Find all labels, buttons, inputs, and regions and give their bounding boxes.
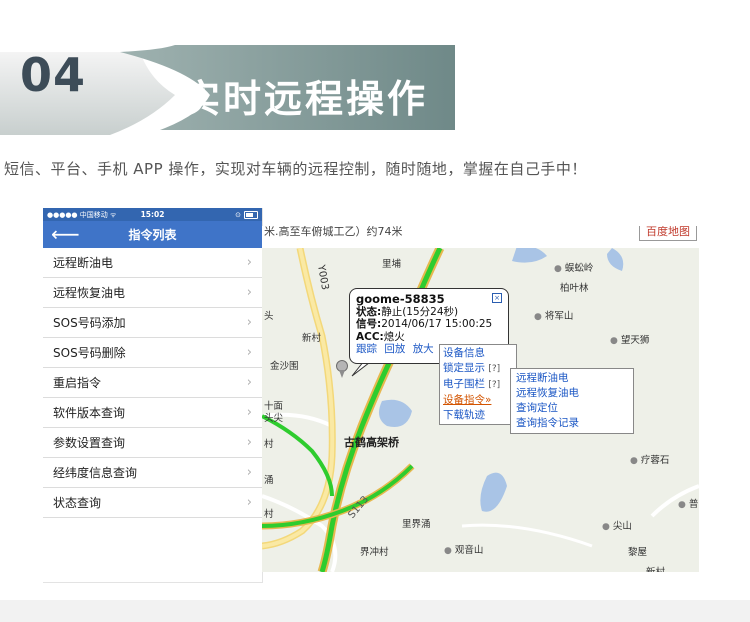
place-label: 望天狮 — [610, 332, 650, 346]
command-label: 经纬度信息查询 — [53, 466, 138, 480]
command-label: 远程断油电 — [53, 256, 114, 270]
map-top-bar: 米.高至车俯城工乙）约74米 百度地图 — [262, 226, 699, 248]
place-label: 黎屋 — [628, 547, 648, 558]
menu-item-label: 锁定显示 — [443, 362, 485, 374]
bridge-label: 古鹤高架桥 — [344, 436, 399, 449]
command-item-version[interactable]: 软件版本查询 › — [43, 398, 262, 428]
place-label: 观音山 — [444, 542, 484, 556]
command-label: 参数设置查询 — [53, 436, 126, 450]
place-label: 里埔 — [382, 259, 402, 270]
command-label: 状态查询 — [53, 496, 102, 510]
vehicle-pin-icon[interactable] — [335, 359, 349, 379]
place-label: 尖山 — [602, 518, 632, 532]
place-label: 头尖 — [264, 413, 284, 424]
back-arrow-icon[interactable]: ⟵ — [51, 223, 80, 245]
menu-item-device-command[interactable]: 设备指令» — [443, 393, 513, 408]
menu-item-lock-display[interactable]: 锁定显示 [?] — [443, 361, 513, 377]
submenu-item-restore-oil[interactable]: 远程恢复油电 — [516, 386, 628, 401]
chevron-right-icon: › — [246, 465, 252, 480]
chevron-right-icon: › — [246, 495, 252, 510]
section-number: 04 — [20, 48, 87, 102]
replay-link[interactable]: 回放 — [384, 343, 405, 355]
chevron-right-icon: › — [246, 315, 252, 330]
chevron-right-icon: › — [246, 285, 252, 300]
place-label: 村 — [264, 509, 274, 520]
command-item-sos-delete[interactable]: SOS号码删除 › — [43, 338, 262, 368]
place-label: 新村 — [646, 564, 665, 572]
menu-item-label: 设备信息 — [443, 347, 485, 359]
section-title: 实时远程操作 — [182, 77, 429, 121]
command-submenu: 远程断油电 远程恢复油电 查询定位 查询指令记录 — [510, 368, 634, 434]
place-label: 里界涌 — [402, 519, 431, 530]
device-name: goome-58835 — [356, 292, 445, 306]
place-label: 柏叶林 — [560, 283, 589, 294]
track-link[interactable]: 跟踪 — [356, 343, 377, 355]
menu-item-label: 电子围栏 — [443, 378, 485, 390]
device-menu: 设备信息 锁定显示 [?] 电子围栏 [?] 设备指令» 下载轨迹 — [439, 344, 517, 425]
map-top-text: 米.高至车俯城工乙）约74米 — [264, 226, 403, 238]
chevron-right-icon: › — [246, 375, 252, 390]
phone-status-bar: ●●●●● 中国移动 ᯤ 15:02 ⊙ — [43, 208, 262, 221]
footer-band — [0, 600, 750, 622]
state-value: 静止(15分24秒) — [381, 305, 459, 318]
map-view[interactable]: 米.高至车俯城工乙）约74米 百度地图 里埔 蜈蚣岭 柏叶林 将军山 新村 望天… — [262, 226, 699, 572]
battery-icon — [244, 210, 258, 219]
chevron-right-icon: › — [246, 255, 252, 270]
help-icon[interactable]: [?] — [488, 380, 500, 390]
command-label: 软件版本查询 — [53, 406, 126, 420]
chevron-right-icon: › — [246, 435, 252, 450]
phone-screen: ●●●●● 中国移动 ᯤ 15:02 ⊙ ⟵ 指令列表 远程断油电 › 远程恢复油… — [43, 208, 263, 583]
command-item-restore-oil[interactable]: 远程恢复油电 › — [43, 278, 262, 308]
place-label: 界冲村 — [360, 547, 389, 558]
chevron-right-icon: › — [246, 405, 252, 420]
help-icon[interactable]: [?] — [488, 364, 500, 374]
zoom-link[interactable]: 放大 — [413, 343, 434, 355]
signal-value: 2014/06/17 15:00:25 — [381, 318, 493, 330]
menu-item-label: 设备指令 — [443, 394, 485, 406]
submenu-item-command-log[interactable]: 查询指令记录 — [516, 416, 628, 431]
place-label: 新村 — [302, 333, 322, 344]
phone-nav-bar: ⟵ 指令列表 — [43, 221, 262, 248]
place-label: 蜈蚣岭 — [554, 260, 594, 274]
status-time: 15:02 — [140, 210, 165, 219]
place-label: 涌 — [264, 475, 274, 486]
state-label: 状态: — [356, 305, 382, 318]
command-item-status[interactable]: 状态查询 › — [43, 488, 262, 518]
menu-item-device-info[interactable]: 设备信息 — [443, 346, 513, 361]
acc-value: 熄火 — [383, 330, 405, 343]
menu-item-geofence[interactable]: 电子围栏 [?] — [443, 377, 513, 393]
close-icon[interactable]: × — [492, 293, 502, 303]
command-list: 远程断油电 › 远程恢复油电 › SOS号码添加 › SOS号码删除 › 重启指令 › 软… — [43, 248, 262, 518]
baidu-map-button[interactable]: 百度地图 — [639, 226, 697, 241]
submenu-item-query-location[interactable]: 查询定位 — [516, 401, 628, 416]
acc-label: ACC: — [356, 330, 384, 343]
chevron-right-icon: › — [246, 345, 252, 360]
submenu-arrow-icon: » — [485, 394, 492, 406]
menu-item-download-track[interactable]: 下载轨迹 — [443, 408, 513, 423]
menu-item-label: 下载轨迹 — [443, 409, 485, 421]
place-label: 金沙围 — [270, 361, 299, 372]
device-state-row: 状态:静止(15分24秒) — [356, 306, 502, 319]
device-acc-row: ACC:熄火 — [356, 331, 502, 344]
command-item-cut-oil[interactable]: 远程断油电 › — [43, 248, 262, 278]
device-signal-row: 信号:2014/06/17 15:00:25 — [356, 318, 502, 331]
command-item-params[interactable]: 参数设置查询 › — [43, 428, 262, 458]
place-label: 普 — [678, 496, 699, 510]
command-label: 重启指令 — [53, 376, 102, 390]
section-subtitle: 短信、平台、手机 APP 操作，实现对车辆的远程控制，随时随地，掌握在自己手中！ — [4, 160, 587, 178]
command-label: SOS号码添加 — [53, 316, 126, 330]
place-label: 头 — [264, 311, 274, 322]
command-label: SOS号码删除 — [53, 346, 126, 360]
place-label: 村 — [264, 439, 274, 450]
command-item-latlng[interactable]: 经纬度信息查询 › — [43, 458, 262, 488]
command-label: 远程恢复油电 — [53, 286, 126, 300]
submenu-item-cut-oil[interactable]: 远程断油电 — [516, 371, 628, 386]
command-item-sos-add[interactable]: SOS号码添加 › — [43, 308, 262, 338]
command-item-restart[interactable]: 重启指令 › — [43, 368, 262, 398]
place-label: 将军山 — [534, 308, 574, 322]
signal-label: 信号: — [356, 318, 382, 330]
place-label: 疗蓉石 — [630, 452, 670, 466]
